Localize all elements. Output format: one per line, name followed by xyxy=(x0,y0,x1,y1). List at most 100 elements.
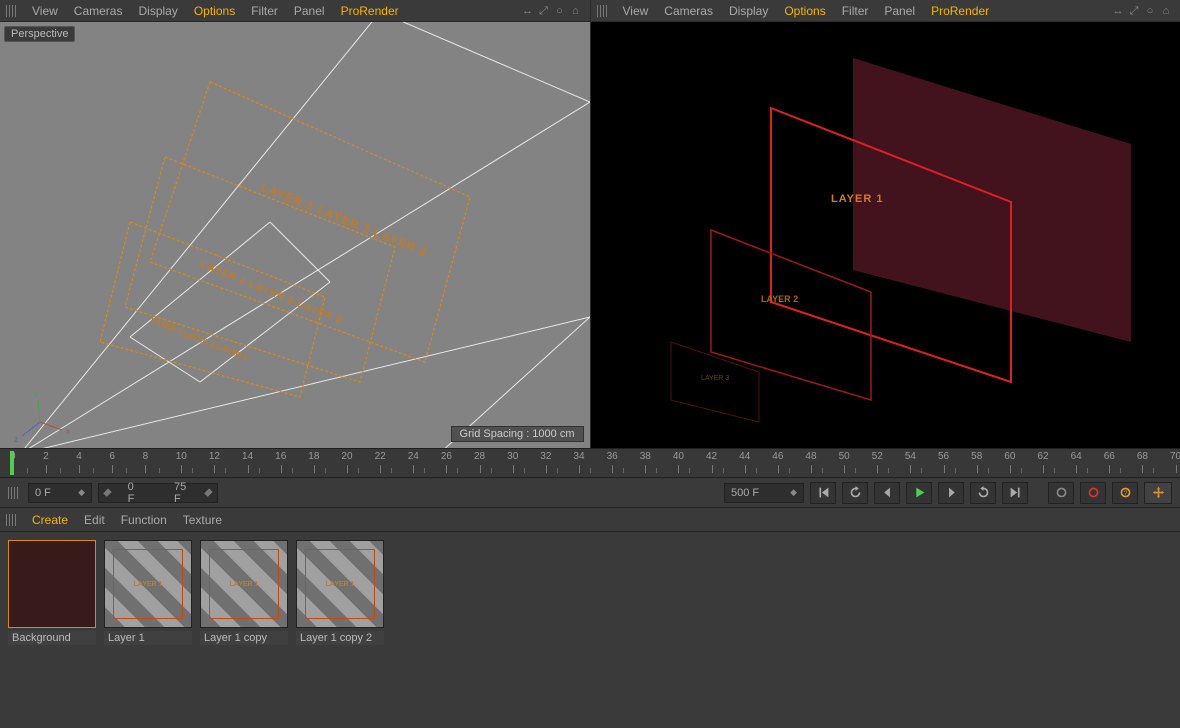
viewport-menu-prorender[interactable]: ProRender xyxy=(923,2,997,20)
timeline-tick: 70 xyxy=(1170,451,1180,462)
timeline-tick: 68 xyxy=(1137,451,1148,462)
viewport-menu-filter[interactable]: Filter xyxy=(243,2,286,20)
svg-text:LAYER 1 LAYER 2 LAYER 3: LAYER 1 LAYER 2 LAYER 3 xyxy=(259,180,430,260)
viewport-menu-cameras[interactable]: Cameras xyxy=(66,2,131,20)
current-frame-field[interactable]: 0 F◆ xyxy=(28,483,92,503)
viewport-menu-display[interactable]: Display xyxy=(130,2,185,20)
viewport-menu-prorender[interactable]: ProRender xyxy=(333,2,407,20)
wireframe-svg: LAYER 1 LAYER 2 LAYER 3 LAYER 1 LAYER 2 … xyxy=(0,22,590,448)
goto-end-button[interactable] xyxy=(1002,482,1028,504)
viewport-menu-options[interactable]: Options xyxy=(776,2,833,20)
timeline-tick: 60 xyxy=(1004,451,1015,462)
total-frames-field[interactable]: 500 F◆ xyxy=(724,483,804,503)
viewport-corner-icon-2[interactable]: ○ xyxy=(553,4,567,18)
timeline-tick: 62 xyxy=(1037,451,1048,462)
material-swatch[interactable]: LAYER 1 xyxy=(296,540,384,628)
timeline-tick: 58 xyxy=(971,451,982,462)
timeline-tick: 18 xyxy=(308,451,319,462)
materials-menubar: CreateEditFunctionTexture xyxy=(0,508,1180,532)
viewport-menubar-right: ViewCamerasDisplayOptionsFilterPanelProR… xyxy=(591,0,1180,22)
timeline-tick: 42 xyxy=(706,451,717,462)
play-button[interactable] xyxy=(906,482,932,504)
range-slider[interactable]: 0 F 75 F xyxy=(98,483,218,503)
material-slot[interactable]: LAYER 1 Layer 1 copy 2 xyxy=(296,540,384,645)
timeline-tick: 38 xyxy=(640,451,651,462)
viewport-canvas-left[interactable]: Perspective xyxy=(0,22,590,448)
viewport-corner-icon-0[interactable]: ↔ xyxy=(1111,4,1125,18)
material-slot[interactable]: LAYER 1Layer 1 xyxy=(104,540,192,645)
panel-grip-icon[interactable] xyxy=(8,487,18,499)
viewport-corner-icon-0[interactable]: ↔ xyxy=(521,4,535,18)
material-name-label: Layer 1 copy 2 xyxy=(296,631,384,645)
svg-text:y: y xyxy=(34,389,38,398)
timeline-tick: 66 xyxy=(1104,451,1115,462)
viewport-menu-panel[interactable]: Panel xyxy=(286,2,333,20)
keyframe-button[interactable] xyxy=(1048,482,1074,504)
viewport-corner-icon-3[interactable]: ⌂ xyxy=(1159,4,1173,18)
timeline-tick: 50 xyxy=(839,451,850,462)
material-slot[interactable]: Background xyxy=(8,540,96,645)
materials-grid: BackgroundLAYER 1Layer 1LAYER 1Layer 1 c… xyxy=(0,532,1180,645)
panel-grip-icon[interactable] xyxy=(6,5,16,17)
timeline-tick: 2 xyxy=(43,451,49,462)
panel-grip-icon[interactable] xyxy=(6,514,16,526)
timeline-tick: 40 xyxy=(673,451,684,462)
timeline-tick: 24 xyxy=(408,451,419,462)
materials-menu-edit[interactable]: Edit xyxy=(76,511,113,529)
timeline-tick: 4 xyxy=(76,451,82,462)
viewport-menu-cameras[interactable]: Cameras xyxy=(656,2,721,20)
viewport-corner-icon-1[interactable]: ⤢ xyxy=(537,4,551,18)
viewport-row: ViewCamerasDisplayOptionsFilterPanelProR… xyxy=(0,0,1180,448)
autokey-button[interactable]: ? xyxy=(1112,482,1138,504)
panel-grip-icon[interactable] xyxy=(597,5,607,17)
materials-menu-function[interactable]: Function xyxy=(113,511,175,529)
svg-text:?: ? xyxy=(1123,490,1127,497)
timeline-tick: 6 xyxy=(109,451,115,462)
timeline-tick: 44 xyxy=(739,451,750,462)
timeline-tick: 64 xyxy=(1071,451,1082,462)
viewport-menu-view[interactable]: View xyxy=(24,2,66,20)
materials-menu-texture[interactable]: Texture xyxy=(175,511,230,529)
prev-frame-button[interactable] xyxy=(874,482,900,504)
material-swatch[interactable]: LAYER 1 xyxy=(104,540,192,628)
loop-button[interactable] xyxy=(842,482,868,504)
materials-menu-create[interactable]: Create xyxy=(24,511,76,529)
timeline-tick: 52 xyxy=(872,451,883,462)
timeline-tick: 16 xyxy=(275,451,286,462)
viewport-corner-icon-1[interactable]: ⤢ xyxy=(1127,4,1141,18)
viewport-left: ViewCamerasDisplayOptionsFilterPanelProR… xyxy=(0,0,591,448)
timeline-tick: 56 xyxy=(938,451,949,462)
move-tool-button[interactable] xyxy=(1144,482,1172,504)
empty-area xyxy=(0,645,1180,728)
goto-start-button[interactable] xyxy=(810,482,836,504)
timeline-cursor[interactable] xyxy=(10,451,14,475)
viewport-corner-icon-3[interactable]: ⌂ xyxy=(569,4,583,18)
viewport-menu-filter[interactable]: Filter xyxy=(834,2,877,20)
svg-text:z: z xyxy=(14,435,18,444)
timeline-ruler[interactable]: 0246810121416182022242628303234363840424… xyxy=(0,448,1180,478)
material-swatch[interactable] xyxy=(8,540,96,628)
material-swatch[interactable]: LAYER 1 xyxy=(200,540,288,628)
timeline-tick: 12 xyxy=(209,451,220,462)
timeline-tick: 14 xyxy=(242,451,253,462)
grid-spacing-indicator: Grid Spacing : 1000 cm xyxy=(451,426,584,442)
viewport-menu-panel[interactable]: Panel xyxy=(876,2,923,20)
timeline-tick: 26 xyxy=(441,451,452,462)
render-svg: LAYER 1 LAYER 2 LAYER 3 xyxy=(591,22,1180,448)
viewport-menu-display[interactable]: Display xyxy=(721,2,776,20)
viewport-corner-icon-2[interactable]: ○ xyxy=(1143,4,1157,18)
next-frame-button[interactable] xyxy=(938,482,964,504)
timeline-tick: 48 xyxy=(805,451,816,462)
svg-text:LAYER 1 LAYER 2 LAYER 3: LAYER 1 LAYER 2 LAYER 3 xyxy=(199,260,345,327)
svg-text:x: x xyxy=(66,427,70,436)
material-slot[interactable]: LAYER 1 Layer 1 copy xyxy=(200,540,288,645)
record-button[interactable] xyxy=(1080,482,1106,504)
viewport-menubar-left: ViewCamerasDisplayOptionsFilterPanelProR… xyxy=(0,0,590,22)
redo-button[interactable] xyxy=(970,482,996,504)
timeline-tick: 28 xyxy=(474,451,485,462)
viewport-menu-view[interactable]: View xyxy=(615,2,657,20)
viewport-canvas-right[interactable]: LAYER 1 LAYER 2 LAYER 3 xyxy=(591,22,1180,448)
svg-text:LAYER 1 LAYER 2 LAYER 3: LAYER 1 LAYER 2 LAYER 3 xyxy=(149,316,249,363)
viewport-menu-options[interactable]: Options xyxy=(186,2,243,20)
material-name-label: Layer 1 copy xyxy=(200,631,288,645)
